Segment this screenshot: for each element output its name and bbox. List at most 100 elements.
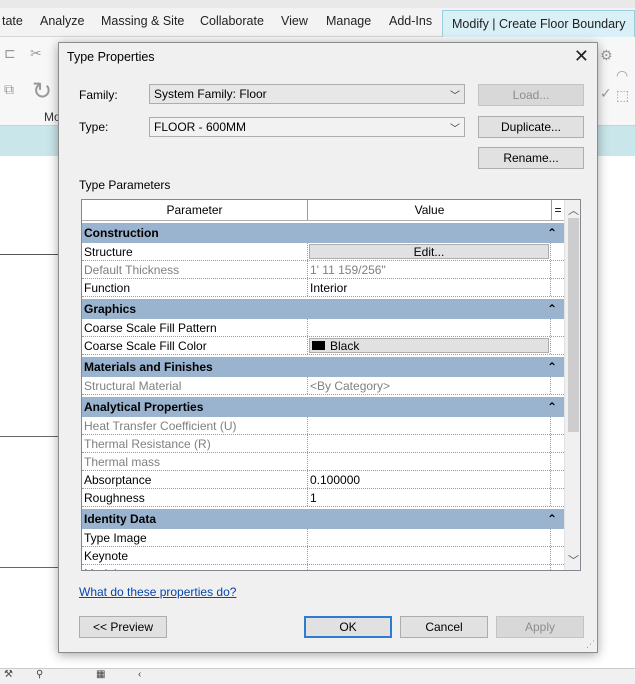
status-bar: ⚒ ⚲ ▦ ‹ (0, 668, 635, 684)
family-label: Family: (79, 88, 118, 102)
align-icon[interactable]: ⊏ (4, 45, 16, 62)
parameter-value (308, 435, 551, 452)
header-parameter[interactable]: Parameter (82, 200, 308, 220)
group-title: Graphics (84, 302, 137, 316)
tab-modify-create-floor-boundary[interactable]: Modify | Create Floor Boundary (442, 10, 635, 37)
preview-button[interactable]: << Preview (79, 616, 167, 638)
workset-icon[interactable]: ⚒ (4, 669, 13, 680)
parameter-value (308, 417, 551, 434)
parameter-name: Coarse Scale Fill Pattern (82, 319, 308, 336)
parameter-row[interactable]: Model (82, 565, 564, 570)
header-value[interactable]: Value (308, 200, 552, 220)
tab-add-ins[interactable]: Add-Ins (389, 14, 432, 28)
parameter-row[interactable]: Keynote (82, 547, 564, 565)
group-header[interactable]: Graphics ⌃ (82, 299, 564, 319)
parameter-value[interactable]: 1 (308, 489, 551, 506)
load-button[interactable]: Load... (478, 84, 584, 106)
chevron-left-icon[interactable]: ‹ (138, 669, 141, 680)
filter-icon[interactable]: ▦ (96, 669, 105, 680)
parameter-row[interactable]: Heat Transfer Coefficient (U) (82, 417, 564, 435)
grid-header: Parameter Value = (82, 200, 564, 221)
group-header[interactable]: Materials and Finishes ⌃ (82, 357, 564, 377)
parameter-row[interactable]: Coarse Scale Fill Pattern (82, 319, 564, 337)
collapse-icon[interactable]: ⌃ (547, 299, 557, 319)
parameter-name: Default Thickness (82, 261, 308, 278)
tab-create[interactable]: tate (2, 14, 23, 28)
tab-massing-site[interactable]: Massing & Site (101, 14, 184, 28)
parameter-value[interactable]: Interior (308, 279, 551, 296)
settings-icon[interactable]: ⚙ (600, 47, 613, 64)
collapse-icon[interactable]: ⌃ (547, 397, 557, 417)
copy-icon[interactable]: ⧉ (4, 81, 14, 98)
group-title: Materials and Finishes (84, 360, 213, 374)
parameter-row[interactable]: Default Thickness 1' 11 159/256" (82, 261, 564, 279)
grid-rows: Construction ⌃ Structure Edit... Default Thi… (82, 221, 564, 570)
group-header[interactable]: Analytical Properties ⌃ (82, 397, 564, 417)
parameter-row[interactable]: Type Image (82, 529, 564, 547)
parameter-row[interactable]: Structural Material <By Category> (82, 377, 564, 395)
scroll-thumb[interactable] (568, 218, 579, 432)
dialog-title: Type Properties (67, 50, 155, 64)
cell-button-label: Edit... (413, 245, 445, 259)
header-equals[interactable]: = (552, 200, 564, 220)
parameter-name: Keynote (82, 547, 308, 564)
design-options-icon[interactable]: ⚲ (36, 669, 43, 680)
collapse-icon[interactable]: ⌃ (547, 509, 557, 529)
parameter-value[interactable] (308, 547, 551, 564)
chevron-down-icon: ﹀ (450, 124, 460, 135)
tab-manage[interactable]: Manage (326, 14, 371, 28)
chevron-down-icon: ﹀ (450, 91, 460, 102)
check-icon[interactable]: ✓ (600, 85, 612, 102)
parameter-value[interactable]: 0.100000 (308, 471, 551, 488)
collapse-icon[interactable]: ⌃ (547, 357, 557, 377)
resize-grip-icon[interactable]: ⋰ (586, 639, 595, 650)
arc-icon[interactable]: ◠ (616, 67, 628, 84)
parameter-name: Thermal Resistance (R) (82, 435, 308, 452)
type-select[interactable]: FLOOR - 600MM ﹀ (149, 117, 465, 137)
parameter-row[interactable]: Absorptance 0.100000 (82, 471, 564, 489)
tab-view[interactable]: View (281, 14, 308, 28)
group-title: Identity Data (84, 512, 157, 526)
parameter-value[interactable] (308, 529, 551, 546)
group-header[interactable]: Identity Data ⌃ (82, 509, 564, 529)
quick-access-toolbar (0, 0, 635, 8)
rename-button[interactable]: Rename... (478, 147, 584, 169)
close-icon[interactable]: ✕ (574, 47, 589, 65)
scroll-down-icon[interactable]: ﹀ (565, 552, 580, 568)
family-select-value: System Family: Floor (154, 87, 267, 101)
parameter-value[interactable] (308, 565, 551, 570)
parameter-name: Thermal mass (82, 453, 308, 470)
help-link[interactable]: What do these properties do? (79, 585, 236, 599)
group-title: Analytical Properties (84, 400, 204, 414)
parameter-name: Heat Transfer Coefficient (U) (82, 417, 308, 434)
parameter-row[interactable]: Function Interior (82, 279, 564, 297)
parameter-value[interactable] (308, 319, 551, 336)
parameter-row[interactable]: Coarse Scale Fill Color Black (82, 337, 564, 355)
parameter-row[interactable]: Thermal Resistance (R) (82, 435, 564, 453)
cut-icon[interactable]: ✂ (30, 45, 42, 62)
cancel-button[interactable]: Cancel (400, 616, 488, 638)
rotate-icon[interactable]: ↻ (32, 77, 52, 106)
group-header[interactable]: Construction ⌃ (82, 223, 564, 243)
grid-scrollbar[interactable]: ︿ ﹀ (564, 200, 580, 570)
select-icon[interactable]: ⬚ (616, 87, 629, 104)
ok-button[interactable]: OK (304, 616, 392, 638)
duplicate-button[interactable]: Duplicate... (478, 116, 584, 138)
edit-structure-button[interactable]: Edit... (309, 244, 549, 259)
parameter-name: Model (82, 565, 308, 570)
family-select[interactable]: System Family: Floor ﹀ (149, 84, 465, 104)
tab-analyze[interactable]: Analyze (40, 14, 84, 28)
parameter-row[interactable]: Roughness 1 (82, 489, 564, 507)
tab-collaborate[interactable]: Collaborate (200, 14, 264, 28)
parameter-row[interactable]: Structure Edit... (82, 243, 564, 261)
collapse-icon[interactable]: ⌃ (547, 223, 557, 243)
parameter-value[interactable]: Edit... (308, 243, 551, 260)
type-parameters-grid: Parameter Value = Construction ⌃ Structure… (81, 199, 581, 571)
parameter-name: Roughness (82, 489, 308, 506)
parameter-row[interactable]: Thermal mass (82, 453, 564, 471)
parameter-value[interactable]: Black (308, 337, 551, 354)
apply-button[interactable]: Apply (496, 616, 584, 638)
scroll-up-icon[interactable]: ︿ (565, 202, 580, 218)
canvas-line (0, 254, 60, 255)
color-picker-button[interactable]: Black (309, 338, 549, 353)
